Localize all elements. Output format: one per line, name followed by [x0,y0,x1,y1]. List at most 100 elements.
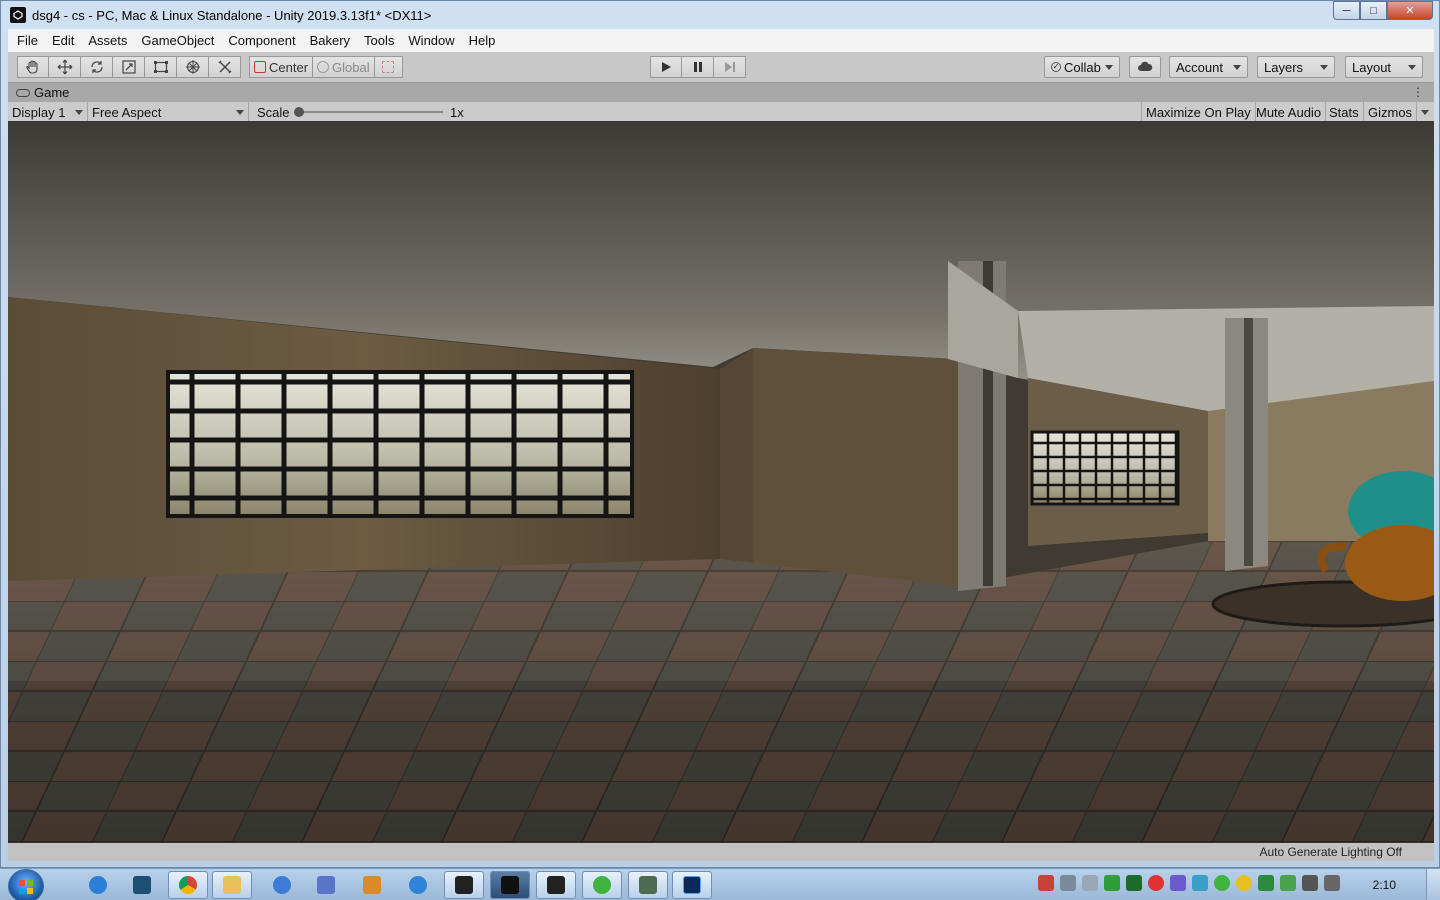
app-icon [273,876,291,894]
tray-icon[interactable] [1192,875,1208,891]
hand-tool-button[interactable] [17,56,49,78]
chevron-down-icon [1104,64,1113,70]
taskbar-app6[interactable] [306,871,346,899]
custom-tool-icon [218,60,231,74]
gamepad-icon [16,88,30,97]
clock[interactable]: 2:10 [1373,878,1396,892]
shield-icon[interactable] [1258,875,1274,891]
menu-component[interactable]: Component [221,29,302,52]
scale-slider-track[interactable] [298,111,443,113]
chrome-icon [179,876,197,894]
tray-icon[interactable] [1280,875,1296,891]
taskbar-app7[interactable] [352,871,392,899]
windows-logo-icon [19,880,33,894]
game-view[interactable] [8,121,1434,843]
close-button[interactable]: ✕ [1387,1,1433,20]
unity-logo-icon [10,7,26,23]
menu-help[interactable]: Help [462,29,503,52]
layers-dropdown[interactable]: Layers [1257,56,1335,78]
keyboard-icon[interactable] [1060,875,1076,891]
move-tool-button[interactable] [49,56,81,78]
maximize-button[interactable]: □ [1360,1,1387,20]
vs-icon[interactable] [1170,875,1186,891]
menu-bar: File Edit Assets GameObject Component Ba… [8,29,1434,52]
collab-label: Collab [1064,59,1101,75]
taskbar-app12[interactable] [628,871,668,899]
account-dropdown[interactable]: Account [1169,56,1248,78]
tab-menu-icon[interactable]: ⋮ [1412,85,1424,99]
gizmos-toggle[interactable]: Gizmos [1364,102,1418,122]
taskbar-photoshop[interactable] [672,871,712,899]
stats-toggle[interactable]: Stats [1325,102,1364,122]
game-view-toolbar: Display 1 Free Aspect Scale 1x Maximize … [8,102,1434,123]
photoshop-icon [683,876,701,894]
scale-value: 1x [450,104,464,120]
menu-edit[interactable]: Edit [45,29,81,52]
taskbar-unity-2[interactable] [536,871,576,899]
play-button[interactable] [650,56,682,78]
pivot-global-button[interactable]: Global [313,56,375,78]
custom-tool-button[interactable] [209,56,241,78]
pause-button[interactable] [682,56,714,78]
menu-bakery[interactable]: Bakery [303,29,357,52]
qq-icon[interactable] [1148,875,1164,891]
taskbar-app5[interactable] [262,871,302,899]
tray-icon[interactable] [1126,875,1142,891]
display-dropdown[interactable]: Display 1 [8,102,88,122]
layout-label: Layout [1352,59,1392,75]
collab-dropdown[interactable]: ✓ Collab [1044,56,1120,78]
app-icon [639,876,657,894]
menu-file[interactable]: File [10,29,45,52]
show-desktop-button[interactable] [1426,869,1440,900]
title-bar[interactable]: dsg4 - cs - PC, Mac & Linux Standalone -… [1,1,1439,29]
taskbar-wechat[interactable] [582,871,622,899]
tray-icon[interactable] [1236,875,1252,891]
grid-snap-button[interactable] [374,56,403,78]
menu-gameobject[interactable]: GameObject [134,29,221,52]
rect-tool-button[interactable] [145,56,177,78]
rotate-tool-button[interactable] [81,56,113,78]
taskbar-app8[interactable] [398,871,438,899]
scale-slider-handle[interactable] [294,107,304,117]
layout-dropdown[interactable]: Layout [1345,56,1423,78]
volume-icon[interactable] [1324,875,1340,891]
step-button[interactable] [714,56,746,78]
game-render [8,121,1434,843]
taskbar-ie[interactable] [78,871,118,899]
taskbar-unity-hub[interactable] [444,871,484,899]
start-button[interactable] [8,869,44,900]
chevron-down-icon [1320,64,1328,70]
maximize-on-play-toggle[interactable]: Maximize On Play [1141,102,1256,122]
cloud-icon [1138,61,1153,71]
chevron-down-icon [75,109,83,115]
minimize-button[interactable]: ─ [1333,1,1360,20]
pivot-center-button[interactable]: Center [249,56,314,78]
mute-audio-toggle[interactable]: Mute Audio [1252,102,1327,122]
rect-tool-icon [153,61,168,73]
tray-icon[interactable] [1038,875,1054,891]
menu-window[interactable]: Window [401,29,461,52]
taskbar-chrome[interactable] [168,871,208,899]
battery-icon[interactable] [1104,875,1120,891]
taskbar-explorer[interactable] [212,871,252,899]
taskbar-app2[interactable] [122,871,162,899]
network-icon[interactable] [1302,875,1318,891]
unity-window: dsg4 - cs - PC, Mac & Linux Standalone -… [0,0,1440,868]
transform-tool-button[interactable] [177,56,209,78]
aspect-dropdown[interactable]: Free Aspect [88,102,249,122]
chevron-down-icon [1420,109,1429,115]
tray-icon[interactable] [1082,875,1098,891]
space-label: Global [332,59,370,75]
play-controls [650,56,746,78]
scale-tool-button[interactable] [113,56,145,78]
tab-game[interactable]: Game [8,85,69,100]
menu-assets[interactable]: Assets [81,29,134,52]
taskbar-unity-active[interactable] [490,871,530,899]
aspect-label: Free Aspect [92,104,162,120]
cloud-button[interactable] [1129,56,1161,78]
play-icon [662,62,671,72]
tab-game-label: Game [34,85,70,100]
menu-tools[interactable]: Tools [357,29,401,52]
wechat-tray-icon[interactable] [1214,875,1230,891]
gizmos-dropdown[interactable] [1415,102,1434,122]
